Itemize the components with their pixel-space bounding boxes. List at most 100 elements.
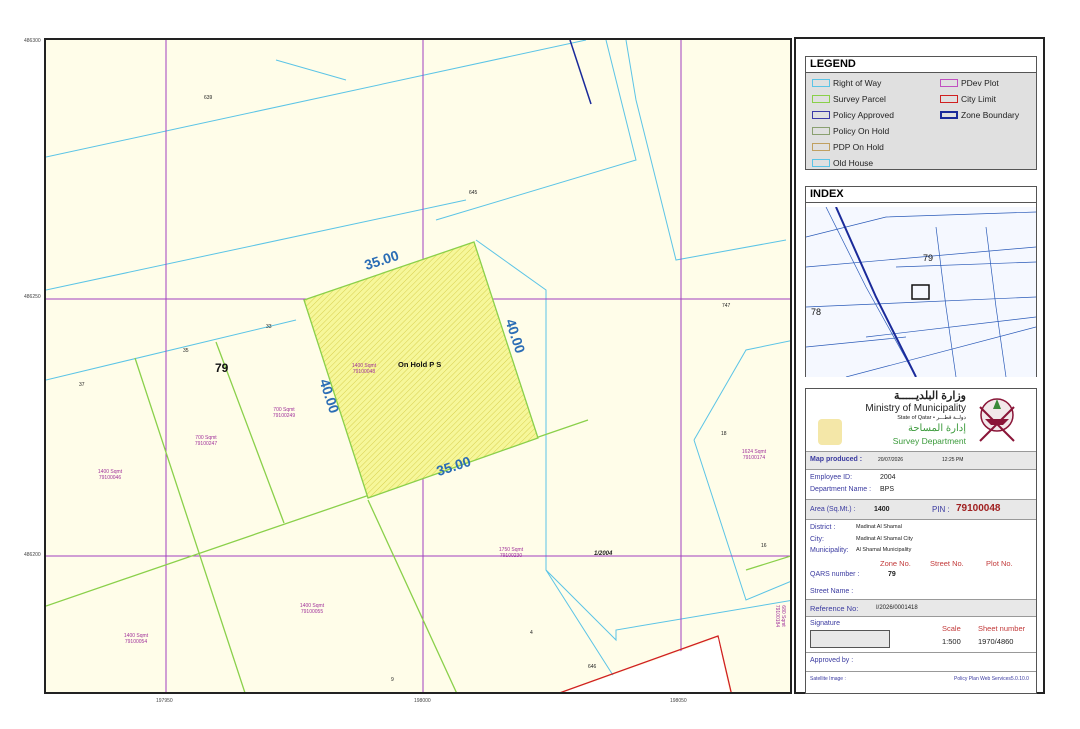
swatch (940, 111, 958, 119)
approved-label: Approved by : (810, 657, 854, 664)
info-panel: LEGEND Right of Way Survey Parcel Policy… (794, 37, 1045, 694)
legend-item-old-house: Old House (812, 158, 873, 168)
coord-y-bottom: 486200 (24, 552, 41, 558)
zone-no-label: Zone No. (880, 559, 911, 568)
plot-area-label: 1400 Sqmt 79100055 (299, 603, 325, 615)
legend-title: LEGEND (806, 57, 1036, 73)
plot-number: 747 (722, 303, 731, 309)
signature-label: Signature (810, 620, 840, 627)
legend-item-pdev-plot: PDev Plot (940, 78, 999, 88)
approval-row: Approved by : Satellite Image : Policy P… (806, 652, 1036, 693)
survey-dept-english: Survey Department (892, 436, 966, 446)
row-line (693, 439, 790, 601)
coord-top-left: 486300 (24, 38, 41, 44)
index-road (895, 261, 1036, 268)
approval-divider (806, 671, 1036, 672)
district-value: Madinat Al Shamal (856, 524, 902, 530)
sheet-number-value: 1970/4860 (978, 637, 1014, 646)
map-produced-date: 20/07/2026 (878, 457, 904, 463)
ministry-arabic: وزارة البلديـــــة (893, 390, 966, 402)
survey-logo-icon (818, 419, 842, 445)
city-label: City: (810, 536, 824, 543)
qatar-emblem-icon (979, 398, 1015, 442)
legend-item-policy-on-hold: Policy On Hold (812, 126, 889, 136)
coord-x-middle: 198000 (414, 698, 431, 704)
employee-id-label: Employee ID: (810, 474, 853, 481)
legend-item-right-of-way: Right of Way (812, 78, 881, 88)
legend-item-pdp-on-hold: PDP On Hold (812, 142, 884, 152)
map-canvas[interactable]: 35.00 35.00 40.00 40.00 79 On Hold P S 1… (44, 38, 792, 694)
plot-number: 37 (79, 382, 85, 388)
map-produced-time: 12:25 PM (942, 457, 964, 463)
row-line (625, 40, 787, 261)
plot-number: 645 (469, 190, 478, 196)
plot-area-label: 680 Sqmt 79100184 (774, 604, 786, 628)
reference-row: Reference No: I/2026/0001418 (806, 599, 1036, 616)
signature-box[interactable] (810, 630, 890, 648)
legend-box: LEGEND Right of Way Survey Parcel Policy… (805, 56, 1037, 170)
pin-value: 79100048 (956, 503, 1001, 514)
municipality-value: Al Shamal Municipality (856, 547, 912, 553)
state-line: State of Qatar • دولــة قطـــر (897, 415, 966, 421)
row-line (475, 239, 617, 681)
index-title: INDEX (806, 187, 1036, 203)
plot-area-label: 700 Sqmt 79100247 (194, 435, 218, 447)
plot-number: 9 (391, 677, 394, 683)
legend-item-survey-parcel: Survey Parcel (812, 94, 886, 104)
plot-number: 646 (588, 664, 597, 670)
plot-area-label: 1400 Sqmt 79100054 (123, 633, 149, 645)
plot-no-label: Plot No. (986, 559, 1013, 568)
legend-item-zone-boundary: Zone Boundary (940, 110, 1019, 120)
zone-label: 79 (215, 361, 229, 375)
sheet-number-label: Sheet number (978, 624, 1026, 633)
subject-plot (303, 241, 539, 499)
swatch (940, 95, 958, 103)
department-value: BPS (880, 486, 895, 493)
plot-area-label: 1750 Sqmt 79100230 (498, 547, 524, 559)
plot-number: 18 (721, 431, 727, 437)
plot-area-label: 1400 Sqmt 79100048 (351, 363, 377, 375)
survey-dept-arabic: إدارة المساحة (908, 423, 966, 434)
parcel-line (367, 499, 457, 692)
service-label: Policy Plan Web Services5.0.10.0 (954, 676, 1029, 682)
row-line (46, 40, 587, 158)
street-name-label: Street Name : (810, 588, 854, 595)
swatch (940, 79, 958, 87)
ministry-english: Ministry of Municipality (865, 403, 966, 414)
index-locator (911, 284, 930, 300)
coord-x-right: 198050 (670, 698, 687, 704)
index-zone-boundary (835, 207, 917, 377)
area-row: Area (Sq.Mt.) : 1400 PIN : 79100048 (806, 499, 1036, 519)
swatch (812, 79, 830, 87)
swatch (812, 95, 830, 103)
reference-label: Reference No: (810, 604, 859, 613)
district-label: District : (810, 524, 836, 531)
city-value: Madinat Al Shamal City (856, 536, 913, 542)
on-hold-label: On Hold P S (398, 360, 442, 369)
pin-label: PIN : (932, 505, 950, 514)
qars-label: QARS number : (810, 571, 860, 578)
ministry-box: وزارة البلديـــــة Ministry of Municipal… (805, 388, 1037, 694)
index-zone-79: 79 (923, 253, 934, 263)
municipality-label: Municipality: (810, 547, 849, 554)
policy-approved-line (569, 40, 592, 105)
plot-number: 35 (183, 348, 189, 354)
satellite-label: Satellite Image : (810, 676, 846, 682)
coord-y-middle: 486250 (24, 294, 41, 300)
parcel-line (745, 555, 790, 571)
map-produced-label: Map produced : (810, 456, 863, 463)
row-line (545, 569, 790, 642)
index-map-drawing (806, 207, 1036, 377)
index-road (985, 226, 1007, 377)
signature-row: Signature Scale 1:500 Sheet number 1970/… (806, 616, 1036, 652)
plot-number: 639 (204, 95, 213, 101)
index-road (806, 246, 1036, 268)
plot-area-label: 1624 Sqmt 79100174 (741, 449, 767, 461)
index-box: INDEX 79 78 (805, 186, 1037, 377)
row-line (46, 319, 297, 381)
legend-item-policy-approved: Policy Approved (812, 110, 894, 120)
swatch (812, 159, 830, 167)
index-map[interactable]: 79 78 (806, 207, 1036, 377)
swatch (812, 127, 830, 135)
scale-value: 1:500 (942, 637, 961, 646)
